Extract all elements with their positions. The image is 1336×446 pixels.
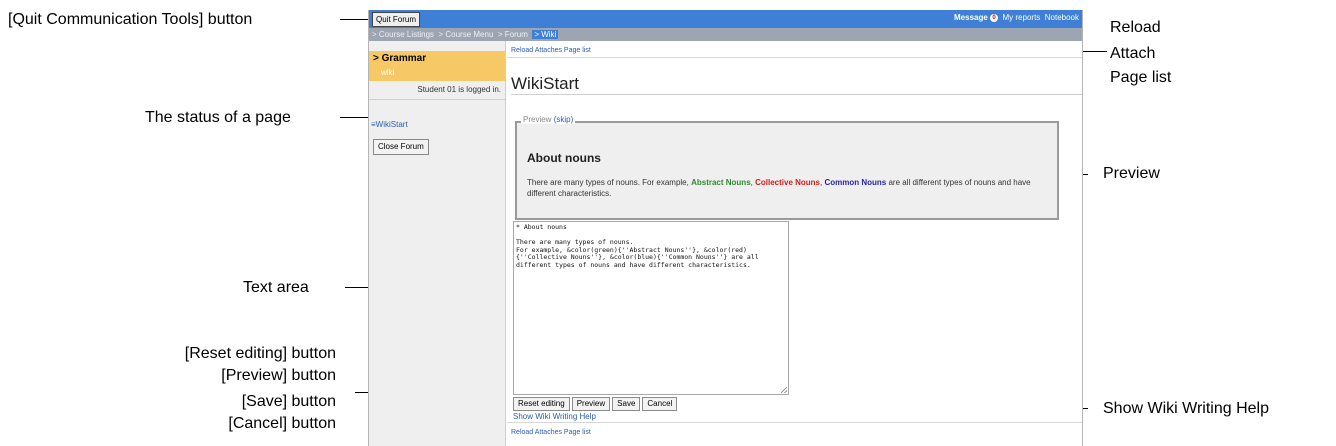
- reload-attaches-link-bottom[interactable]: Reload Attaches Page list: [511, 429, 591, 436]
- sidebar-divider: [369, 99, 505, 100]
- page-link-label: WikiStart: [375, 120, 408, 129]
- preview-body: There are many types of nouns. For examp…: [527, 177, 1047, 199]
- callout-cancel-button: [Cancel] button: [228, 415, 336, 432]
- callout-text-area: Text area: [243, 279, 309, 296]
- page-status-link[interactable]: ≡WikiStart: [371, 120, 408, 129]
- callout-preview: Preview: [1103, 165, 1160, 182]
- callout-reset-button: [Reset editing] button: [184, 345, 336, 362]
- message-link[interactable]: Message: [954, 13, 988, 22]
- message-count-badge: 0: [990, 14, 999, 22]
- wiki-text-area[interactable]: * About nouns There are many types of no…: [513, 221, 789, 395]
- sidebar: > Grammar wiki Student 01 is logged in. …: [369, 41, 506, 446]
- close-forum-button[interactable]: Close Forum: [373, 139, 429, 155]
- page-title: WikiStart: [511, 74, 579, 93]
- show-wiki-writing-help-link[interactable]: Show Wiki Writing Help: [513, 412, 596, 421]
- preview-legend-label: Preview: [523, 115, 552, 124]
- abstract-nouns-text: Abstract Nouns: [691, 178, 751, 187]
- login-status: Student 01 is logged in.: [417, 85, 501, 94]
- callout-preview-button: [Preview] button: [221, 367, 336, 384]
- breadcrumb-course-menu[interactable]: > Course Menu: [438, 30, 493, 39]
- editor-buttons: Reset editing Preview Save Cancel: [513, 397, 679, 411]
- course-title[interactable]: > Grammar: [373, 53, 426, 64]
- preview-text: There are many types of nouns. For examp…: [527, 178, 692, 187]
- preview-button[interactable]: Preview: [571, 397, 611, 411]
- title-divider: [511, 94, 1082, 95]
- course-subtitle: wiki: [381, 68, 395, 77]
- course-box: > Grammar wiki: [369, 51, 505, 81]
- preview-heading: About nouns: [527, 151, 601, 165]
- top-links: Message 0 My reports Notebook: [954, 13, 1079, 22]
- skip-link[interactable]: (skip): [554, 115, 574, 124]
- callout-reload-line3: Page list: [1110, 69, 1172, 86]
- my-reports-link[interactable]: My reports: [1003, 13, 1041, 22]
- cancel-button[interactable]: Cancel: [642, 397, 678, 411]
- divider: [507, 422, 1082, 423]
- reload-attaches-link-top[interactable]: Reload Attaches Page list: [511, 47, 591, 54]
- breadcrumb-forum[interactable]: > Forum: [498, 30, 528, 39]
- callout-reload-line1: Reload: [1110, 19, 1161, 36]
- callout-quit-button: [Quit Communication Tools] button: [8, 11, 253, 28]
- reset-editing-button[interactable]: Reset editing: [513, 397, 570, 411]
- notebook-link[interactable]: Notebook: [1045, 13, 1079, 22]
- quit-forum-button[interactable]: Quit Forum: [372, 12, 421, 27]
- divider: [507, 57, 1082, 58]
- callout-save-button: [Save] button: [241, 393, 336, 410]
- top-bar: Quit Forum Message 0 My reports Notebook: [369, 10, 1082, 28]
- breadcrumb-bar: > Course Listings > Course Menu > Forum …: [369, 28, 1082, 41]
- callout-reload-line2: Attach: [1110, 45, 1156, 62]
- common-nouns-text: Common Nouns: [824, 178, 887, 187]
- breadcrumb: > Course Listings > Course Menu > Forum …: [372, 30, 559, 39]
- preview-panel: Preview (skip) About nouns There are man…: [515, 115, 1059, 220]
- breadcrumb-course-listings[interactable]: > Course Listings: [372, 30, 434, 39]
- resize-handle-icon[interactable]: [781, 387, 787, 393]
- breadcrumb-wiki: > Wiki: [532, 30, 559, 39]
- save-button[interactable]: Save: [612, 397, 641, 411]
- callout-page-status: The status of a page: [145, 109, 291, 126]
- callout-wiki-help: Show Wiki Writing Help: [1103, 400, 1269, 417]
- forum-app-window: Quit Forum Message 0 My reports Notebook…: [368, 10, 1083, 446]
- preview-legend: Preview (skip): [521, 115, 576, 124]
- main-content: Reload Attaches Page list WikiStart Prev…: [507, 41, 1082, 446]
- collective-nouns-text: Collective Nouns: [755, 178, 820, 187]
